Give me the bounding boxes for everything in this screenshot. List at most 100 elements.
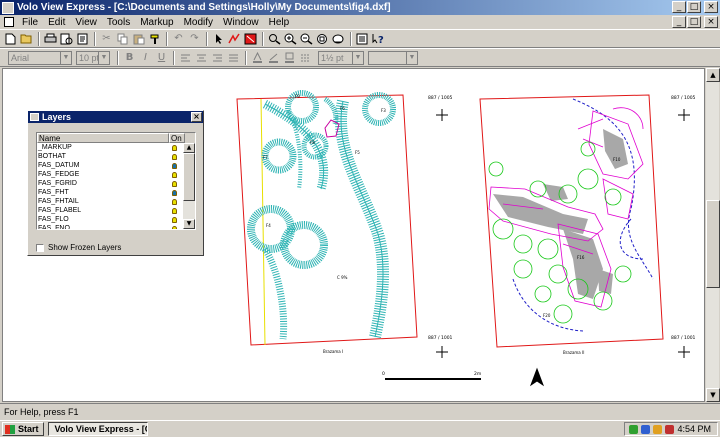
line-width-select[interactable]: 1½ pt ▼ <box>318 50 364 65</box>
font-select[interactable]: Arial ▼ <box>8 50 72 65</box>
align-left-icon[interactable] <box>178 50 193 65</box>
align-center-icon[interactable] <box>194 50 209 65</box>
paste-icon[interactable] <box>131 31 146 46</box>
redo-icon[interactable]: ↷ <box>187 31 202 46</box>
layer-row[interactable]: FAS_FLO <box>37 215 195 224</box>
chevron-down-icon[interactable]: ▼ <box>98 51 109 64</box>
markup-color-icon[interactable] <box>243 31 258 46</box>
redline-icon[interactable] <box>227 31 242 46</box>
chevron-down-icon[interactable]: ▼ <box>352 51 363 64</box>
zoom-extents-icon[interactable] <box>315 31 330 46</box>
layer-visibility-toggle[interactable] <box>169 170 179 179</box>
layer-visibility-toggle[interactable] <box>169 143 179 152</box>
layer-visibility-toggle[interactable] <box>169 179 179 188</box>
scroll-thumb[interactable] <box>706 200 720 288</box>
menu-tools[interactable]: Tools <box>102 17 135 28</box>
scroll-thumb[interactable] <box>183 153 195 201</box>
menu-view[interactable]: View <box>70 17 102 28</box>
italic-button[interactable]: I <box>138 50 153 65</box>
maximize-button[interactable]: □ <box>687 1 701 13</box>
bold-button[interactable]: B <box>122 50 137 65</box>
layer-row[interactable]: FAS_FHT <box>37 188 195 197</box>
layer-visibility-toggle[interactable] <box>169 215 179 224</box>
network-icon[interactable] <box>629 424 639 434</box>
copy-icon[interactable] <box>115 31 130 46</box>
menu-window[interactable]: Window <box>218 17 264 28</box>
layers-title-bar[interactable]: Layers × <box>28 111 203 123</box>
doc-close-button[interactable]: × <box>704 16 718 28</box>
layer-row[interactable]: FAS_FNO <box>37 224 195 229</box>
status-bar: For Help, press F1 <box>0 403 720 419</box>
menu-modify[interactable]: Modify <box>179 17 218 28</box>
menu-edit[interactable]: Edit <box>43 17 70 28</box>
line-color-icon[interactable] <box>266 50 281 65</box>
chevron-down-icon[interactable]: ▼ <box>406 51 417 64</box>
preview-icon[interactable] <box>75 31 90 46</box>
scroll-down-icon[interactable]: ▼ <box>183 219 195 229</box>
zoom-in-icon[interactable] <box>283 31 298 46</box>
scroll-up-icon[interactable]: ▲ <box>183 143 195 153</box>
layer-visibility-toggle[interactable] <box>169 206 179 215</box>
scroll-down-icon[interactable]: ▼ <box>706 388 720 402</box>
undo-icon[interactable]: ↶ <box>171 31 186 46</box>
menu-file[interactable]: File <box>17 17 43 28</box>
title-bar[interactable]: Volo View Express - [C:\Documents and Se… <box>0 0 720 15</box>
layer-row[interactable]: FAS_FGRID <box>37 179 195 188</box>
zoom-out-icon[interactable] <box>299 31 314 46</box>
layers-close-button[interactable]: × <box>191 112 202 122</box>
layer-row[interactable]: _MARKUP <box>37 143 195 152</box>
document-icon[interactable] <box>4 17 14 27</box>
navigate-icon[interactable] <box>331 31 346 46</box>
menu-markup[interactable]: Markup <box>135 17 178 28</box>
underline-button[interactable]: U <box>154 50 169 65</box>
minimize-button[interactable]: _ <box>672 1 686 13</box>
column-on[interactable]: On <box>169 133 185 143</box>
chevron-down-icon[interactable]: ▼ <box>60 51 71 64</box>
start-button[interactable]: Start <box>2 422 44 436</box>
select-arrow-icon[interactable] <box>211 31 226 46</box>
layer-row[interactable]: FAS_DATUM <box>37 161 195 170</box>
layer-row[interactable]: FAS_FEDGE <box>37 170 195 179</box>
line-type-select[interactable]: ▼ <box>368 50 418 65</box>
volume-icon[interactable] <box>653 424 663 434</box>
print-preview-icon[interactable] <box>59 31 74 46</box>
scroll-up-icon[interactable]: ▲ <box>706 68 720 82</box>
bluetooth-icon[interactable] <box>641 424 651 434</box>
fill-color-icon[interactable] <box>282 50 297 65</box>
layers-scrollbar[interactable]: ▲ ▼ <box>183 143 195 229</box>
column-name[interactable]: Name <box>37 133 169 143</box>
doc-restore-button[interactable]: □ <box>687 16 701 28</box>
menu-help[interactable]: Help <box>264 17 295 28</box>
help-icon[interactable]: ? <box>371 31 386 46</box>
layers-list[interactable]: Name On _MARKUP BOTHAT FAS_DATUM FAS_FEDGE F… <box>36 132 196 230</box>
show-frozen-checkbox[interactable] <box>36 243 44 252</box>
layer-visibility-toggle[interactable] <box>169 152 179 161</box>
zoom-window-icon[interactable] <box>267 31 282 46</box>
layer-visibility-toggle[interactable] <box>169 197 179 206</box>
layer-row[interactable]: BOTHAT <box>37 152 195 161</box>
justify-icon[interactable] <box>226 50 241 65</box>
line-style-icon[interactable] <box>298 50 313 65</box>
app-icon[interactable] <box>2 1 14 14</box>
layer-row[interactable]: FAS_FHTAIL <box>37 197 195 206</box>
font-size-select[interactable]: 10 pt ▼ <box>76 50 110 65</box>
cut-icon[interactable]: ✂ <box>99 31 114 46</box>
layer-visibility-toggle[interactable] <box>169 224 179 229</box>
properties-icon[interactable] <box>355 31 370 46</box>
show-frozen-layers[interactable]: Show Frozen Layers <box>36 243 121 252</box>
format-painter-icon[interactable] <box>147 31 162 46</box>
vertical-scrollbar[interactable]: ▲ ▼ <box>705 68 720 402</box>
doc-minimize-button[interactable]: _ <box>672 16 686 28</box>
security-icon[interactable] <box>665 424 675 434</box>
layer-visibility-toggle[interactable] <box>169 161 179 170</box>
new-icon[interactable] <box>3 31 18 46</box>
layer-visibility-toggle[interactable] <box>169 188 179 197</box>
task-button-volo-view[interactable]: Volo View Express - [C... <box>47 422 148 436</box>
close-button[interactable]: × <box>704 1 718 13</box>
text-color-icon[interactable] <box>250 50 265 65</box>
region-label: F20 <box>543 313 551 318</box>
align-right-icon[interactable] <box>210 50 225 65</box>
open-icon[interactable] <box>19 31 34 46</box>
print-icon[interactable] <box>43 31 58 46</box>
layer-row[interactable]: FAS_FLABEL <box>37 206 195 215</box>
